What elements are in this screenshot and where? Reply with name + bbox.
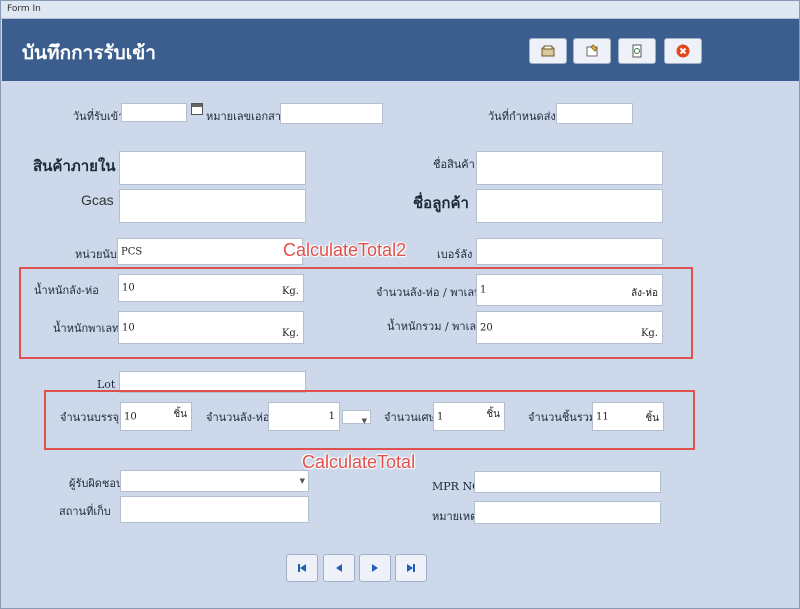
local-product-input[interactable] [119,151,306,185]
responsible-select[interactable]: ▼ [120,470,309,492]
customer-name-input[interactable] [476,189,663,223]
pallet-weight-value: 10 [122,322,135,333]
box-weight-input[interactable]: 10 Kg. [118,274,304,302]
remainder-value: 1 [437,411,444,422]
remark-label: หมายเหตุ [432,510,478,523]
calendar-icon[interactable] [191,103,203,115]
close-button[interactable] [664,38,702,64]
customer-name-label: ชื่อลูกค้า [413,194,469,212]
new-icon [541,45,555,57]
remainder-input[interactable]: 1 ชิ้น [433,402,505,431]
calculate-total-annotation: CalculateTotal [302,452,416,472]
gcas-input[interactable] [119,189,306,223]
prev-icon [336,564,342,572]
print-button[interactable] [618,38,656,64]
location-input[interactable] [120,496,309,523]
pack-qty-label: จำนวนบรรจุ [60,411,120,424]
calculate-total2-annotation: CalculateTotal2 [283,240,407,260]
pallet-weight-unit: Kg. [281,328,299,339]
local-product-label: สินค้าภายใน [33,157,116,175]
boxes-per-pallet-input[interactable]: 1 ลัง-ห่อ [476,274,663,306]
next-icon [372,564,378,572]
remainder-unit: ชิ้น [486,409,500,420]
unit-input[interactable]: PCS [117,238,303,265]
total-weight-input[interactable]: 20 Kg. [476,311,663,344]
due-date-input[interactable] [556,103,633,124]
gcas-label: Gcas [81,192,114,208]
total-pieces-label: จำนวนชิ้นรวม [528,411,597,424]
boxes-per-pallet-value: 1 [480,284,487,296]
edit-button[interactable] [573,38,611,64]
pallet-weight-input[interactable]: 10 Kg. [118,311,304,344]
product-name-label: ชื่อสินค้า [433,158,475,171]
remark-input[interactable] [474,501,661,524]
total-weight-unit: Kg. [640,328,658,339]
box-no-input[interactable] [476,238,663,265]
box-weight-unit: Kg. [281,286,299,297]
new-button[interactable] [529,38,567,64]
pallet-weight-label: น้ำหนักพาเลท [53,322,120,335]
first-icon [298,564,306,572]
due-date-label: วันที่กำหนดส่ง [488,110,556,123]
boxes-per-pallet-unit: ลัง-ห่อ [631,288,658,299]
product-name-input[interactable] [476,151,663,185]
chevron-down-icon: ▼ [361,417,367,425]
window-title: Form In [1,1,799,19]
unit-label: หน่วยนับ [75,248,117,261]
receive-date-label: วันที่รับเข้า [73,110,125,123]
box-qty-input[interactable]: 1 [268,402,340,431]
total-pieces-input[interactable]: 11 ชิ้น [592,402,664,431]
form-window: Form In บันทึกการรับเข้า วันที่รับเข้า ห… [0,0,800,609]
receive-date-input[interactable] [121,103,187,122]
pack-qty-input[interactable]: 10 ชิ้น [120,402,192,431]
close-icon [676,44,690,58]
total-pieces-value: 11 [596,411,609,422]
boxes-per-pallet-label: จำนวนลัง-ห่อ / พาเลท [376,286,482,299]
box-no-label: เบอร์ลัง [437,248,473,261]
total-pieces-unit: ชิ้น [645,413,659,424]
total-weight-value: 20 [480,322,493,333]
mpr-input[interactable] [474,471,661,493]
total-weight-label: น้ำหนักรวม / พาเลท [387,320,484,333]
last-icon [407,564,415,572]
box-qty-label: จำนวนลัง-ห่อ [206,411,270,424]
box-qty-value: 1 [328,411,335,422]
pack-qty-unit: ชิ้น [173,409,187,420]
doc-no-input[interactable] [280,103,383,124]
remainder-label: จำนวนเศษ [384,411,436,424]
responsible-label: ผู้รับผิดชอบ [69,477,123,490]
box-qty-dropdown[interactable]: ▼ [342,410,371,425]
location-label: สถานที่เก็บ [59,505,111,518]
last-record-button[interactable] [395,554,427,582]
form-header: บันทึกการรับเข้า [2,19,799,81]
unit-value: PCS [121,246,143,257]
box-weight-label: น้ำหนักลัง-ห่อ [34,284,99,297]
pack-qty-value: 10 [124,411,137,422]
edit-icon [586,44,598,57]
box-weight-value: 10 [122,282,135,294]
next-record-button[interactable] [359,554,391,582]
doc-no-label: หมายเลขเอกสาร [206,110,287,123]
first-record-button[interactable] [286,554,318,582]
prev-record-button[interactable] [323,554,355,582]
chevron-down-icon: ▼ [299,477,305,485]
page-title: บันทึกการรับเข้า [22,42,156,64]
print-icon [632,44,642,58]
